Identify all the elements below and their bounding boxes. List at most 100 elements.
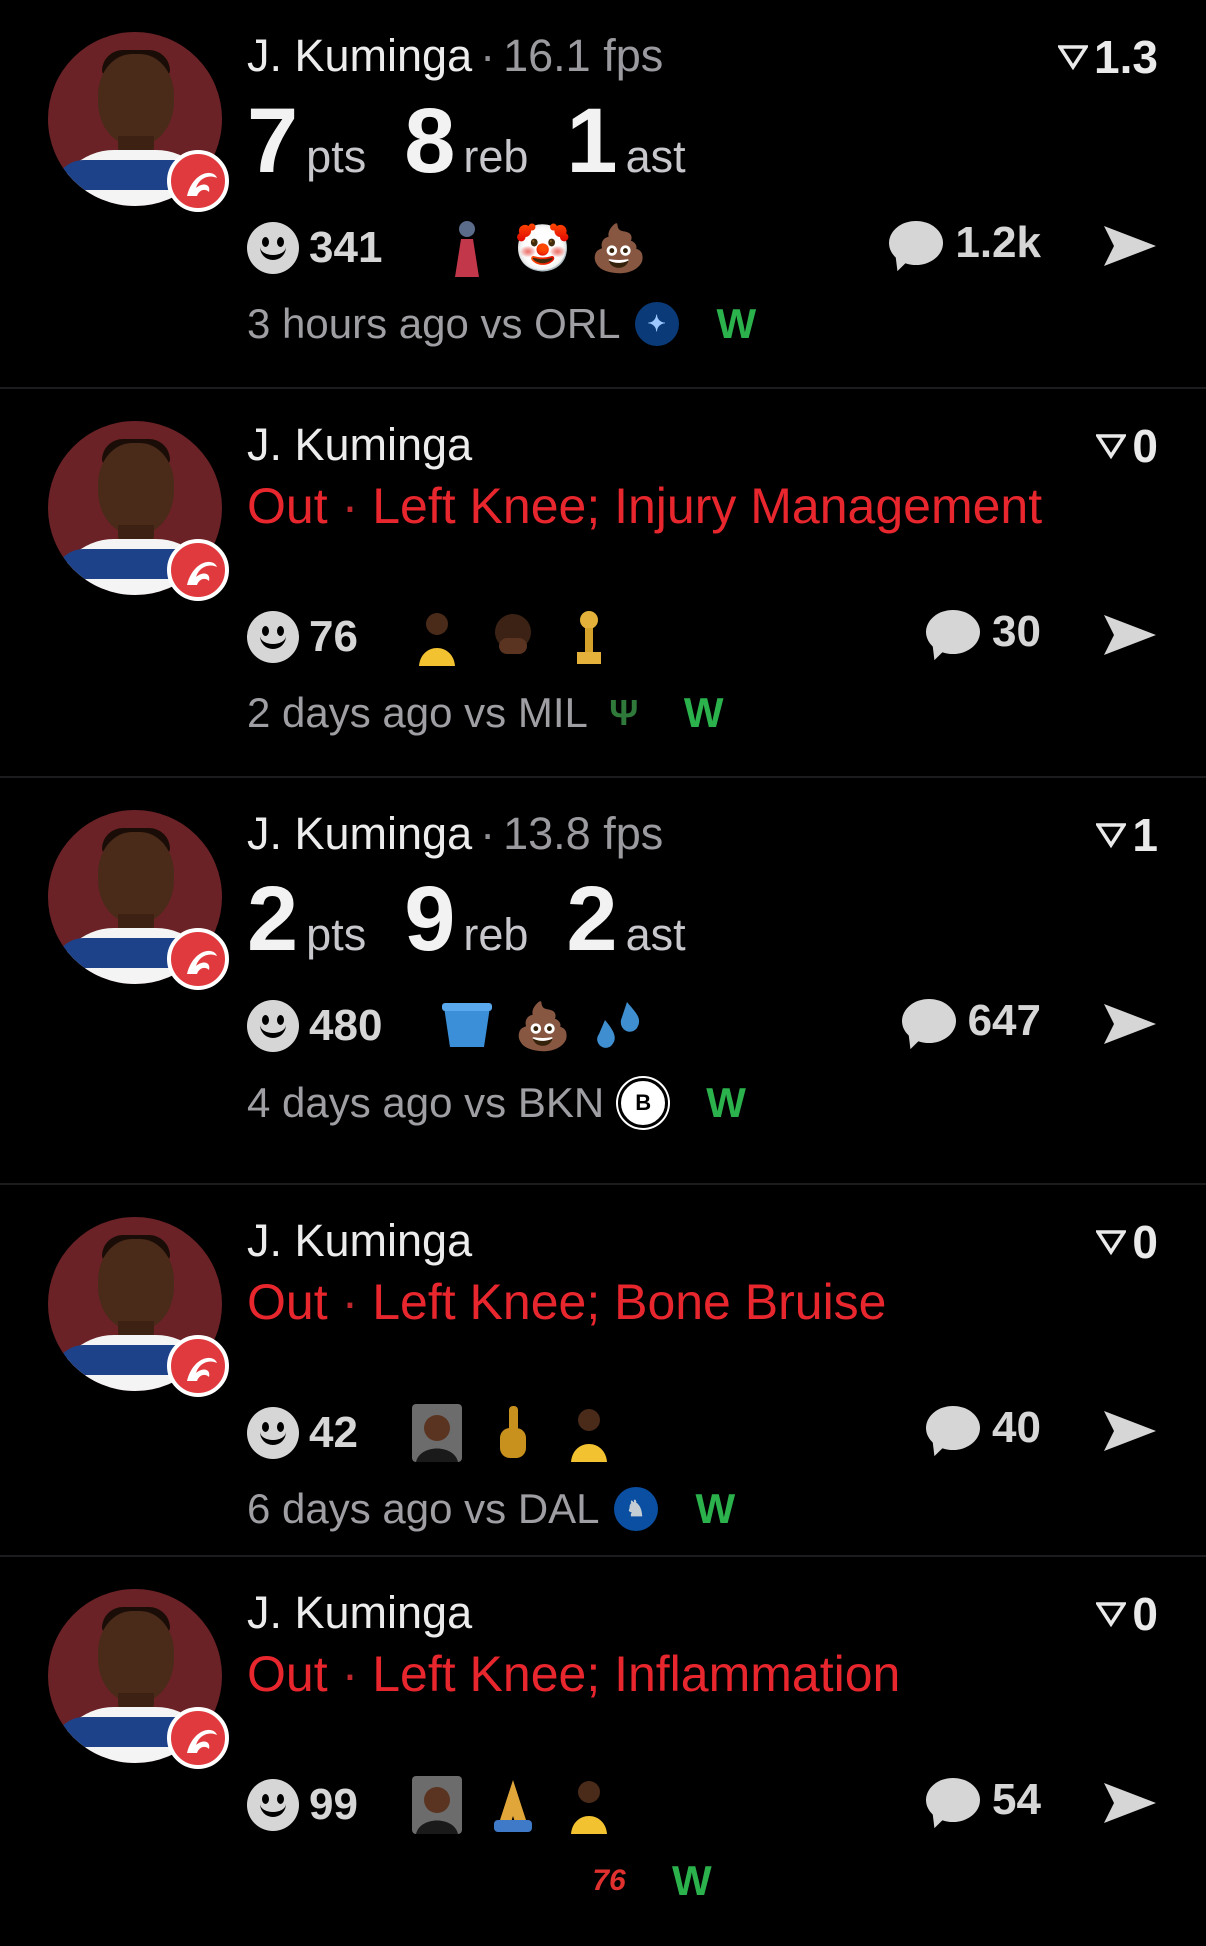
reactions-row[interactable]: 480 💩 xyxy=(247,996,647,1056)
stat-label: ast xyxy=(625,131,686,182)
send-icon xyxy=(1104,615,1156,655)
pile-of-poo-icon[interactable]: 💩 xyxy=(514,996,571,1056)
vote-score: 0 xyxy=(1132,1588,1158,1640)
stat-value: 8 xyxy=(404,90,456,192)
stat-label: reb xyxy=(463,131,529,182)
pile-of-poo-icon[interactable]: 💩 xyxy=(590,218,647,278)
comment-bubble-icon xyxy=(926,1778,981,1822)
clown-face-icon[interactable]: 🤡 xyxy=(514,218,571,278)
comment-count: 1.2k xyxy=(955,218,1041,267)
feed-card[interactable]: J. Kuminga · 13.8 fps 1 2 pts 9 reb 2 ast 480… xyxy=(0,778,1206,1185)
vote-button[interactable]: 1.3 xyxy=(1058,30,1158,84)
reactions-row[interactable]: 76 xyxy=(247,607,617,667)
stat-value: 1 xyxy=(566,90,618,192)
feed-card[interactable]: J. Kuminga 0 Out · Left Knee; Inflammation… xyxy=(0,1557,1206,1946)
smiley-icon[interactable] xyxy=(247,611,299,663)
vote-score: 0 xyxy=(1132,1216,1158,1268)
reaction-count: 341 xyxy=(309,223,383,272)
share-button[interactable] xyxy=(1102,1000,1158,1053)
game-result: W xyxy=(706,1079,746,1126)
player-name[interactable]: J. Kuminga xyxy=(247,1215,472,1266)
comments-button[interactable]: 30 xyxy=(926,607,1041,657)
reaction-count: 76 xyxy=(309,612,358,661)
stat-value: 7 xyxy=(247,90,299,192)
send-icon xyxy=(1104,1411,1156,1451)
vote-button[interactable]: 0 xyxy=(1096,419,1158,473)
reactions-row[interactable]: 341 🤡 💩 xyxy=(247,218,648,278)
feed-card[interactable]: J. Kuminga · 16.1 fps 1.3 7 pts 8 reb 1 ast 3… xyxy=(0,0,1206,389)
share-button[interactable] xyxy=(1102,222,1158,275)
folded-hands-icon[interactable] xyxy=(485,1775,541,1835)
stat-label: pts xyxy=(306,909,367,960)
bucket-icon[interactable] xyxy=(439,996,495,1056)
comment-bubble-icon xyxy=(901,999,956,1043)
stat-value: 2 xyxy=(566,868,618,970)
send-icon xyxy=(1104,226,1156,266)
shocked-person-icon[interactable] xyxy=(409,1775,465,1835)
dallas-mavericks-logo: ♞ xyxy=(613,1487,658,1531)
comment-bubble-icon xyxy=(926,1406,981,1450)
injury-detail: Left Knee; Bone Bruise xyxy=(372,1274,887,1330)
reactions-row[interactable]: 99 xyxy=(247,1775,617,1835)
fantasy-points: 16.1 fps xyxy=(503,30,664,81)
player-photo-icon[interactable] xyxy=(561,1403,617,1463)
player-photo-icon[interactable] xyxy=(561,1775,617,1835)
smiley-icon[interactable] xyxy=(247,1779,299,1831)
smiley-icon[interactable] xyxy=(247,1000,299,1052)
middle-finger-icon[interactable] xyxy=(485,1403,541,1463)
trophy-icon[interactable] xyxy=(561,607,617,667)
upvote-arrow-icon xyxy=(1096,823,1127,849)
stat-label: reb xyxy=(463,909,529,960)
share-button[interactable] xyxy=(1102,1407,1158,1460)
status-label: Out xyxy=(247,1646,328,1702)
upvote-arrow-icon xyxy=(1096,1602,1127,1628)
reaction-count: 99 xyxy=(309,1780,358,1829)
vote-score: 1 xyxy=(1132,809,1158,861)
stat-line: 7 pts 8 reb 1 ast xyxy=(247,95,724,187)
vote-button[interactable]: 0 xyxy=(1096,1587,1158,1641)
feed-card[interactable]: J. Kuminga 0 Out · Left Knee; Bone Bruise … xyxy=(0,1185,1206,1557)
smiley-icon[interactable] xyxy=(247,222,299,274)
comment-count: 40 xyxy=(992,1403,1041,1452)
player-name[interactable]: J. Kuminga xyxy=(247,808,472,859)
comment-bubble-icon xyxy=(889,221,944,265)
share-button[interactable] xyxy=(1102,1779,1158,1832)
comments-button[interactable]: 54 xyxy=(926,1775,1041,1825)
status-label: Out xyxy=(247,1274,328,1330)
sweat-droplets-icon[interactable] xyxy=(591,996,647,1056)
comments-button[interactable]: 1.2k xyxy=(889,218,1041,268)
shocked-person-icon[interactable] xyxy=(409,1403,465,1463)
vote-button[interactable]: 0 xyxy=(1096,1215,1158,1269)
comments-button[interactable]: 647 xyxy=(901,996,1041,1046)
player-photo-icon[interactable] xyxy=(409,607,465,667)
comments-button[interactable]: 40 xyxy=(926,1403,1041,1453)
injury-detail: Left Knee; Injury Management xyxy=(372,478,1043,534)
player-name[interactable]: J. Kuminga xyxy=(247,30,472,81)
game-result: W xyxy=(683,689,724,736)
person-icon[interactable] xyxy=(439,218,495,278)
smiley-icon[interactable] xyxy=(247,1407,299,1459)
game-meta: 4 days ago vs BKN B W xyxy=(247,1078,746,1128)
feed-card[interactable]: J. Kuminga 0 Out · Left Knee; Injury Manag… xyxy=(0,389,1206,778)
vote-button[interactable]: 1 xyxy=(1096,808,1158,862)
name-line: J. Kuminga xyxy=(247,1215,472,1267)
name-line: J. Kuminga · 13.8 fps xyxy=(247,808,664,859)
face-palm-icon[interactable] xyxy=(485,607,541,667)
game-time: 2 days ago vs MIL xyxy=(247,689,588,736)
game-meta: 2 days ago vs MIL Ψ W xyxy=(247,689,724,737)
feed: J. Kuminga · 16.1 fps 1.3 7 pts 8 reb 1 ast 3… xyxy=(0,0,1206,1946)
player-name[interactable]: J. Kuminga xyxy=(247,419,472,470)
comment-count: 30 xyxy=(992,607,1041,656)
reactions-row[interactable]: 42 xyxy=(247,1403,617,1463)
reaction-count: 42 xyxy=(309,1408,358,1457)
share-button[interactable] xyxy=(1102,611,1158,664)
game-meta: 76 W xyxy=(570,1857,711,1905)
hawks-logo-icon xyxy=(167,539,229,601)
milwaukee-bucks-logo: Ψ xyxy=(609,692,639,733)
comment-count: 647 xyxy=(967,996,1041,1045)
player-name[interactable]: J. Kuminga xyxy=(247,1587,472,1638)
injury-detail: Left Knee; Inflammation xyxy=(372,1646,901,1702)
send-icon xyxy=(1104,1783,1156,1823)
stat-value: 2 xyxy=(247,868,299,970)
game-result: W xyxy=(716,300,757,347)
